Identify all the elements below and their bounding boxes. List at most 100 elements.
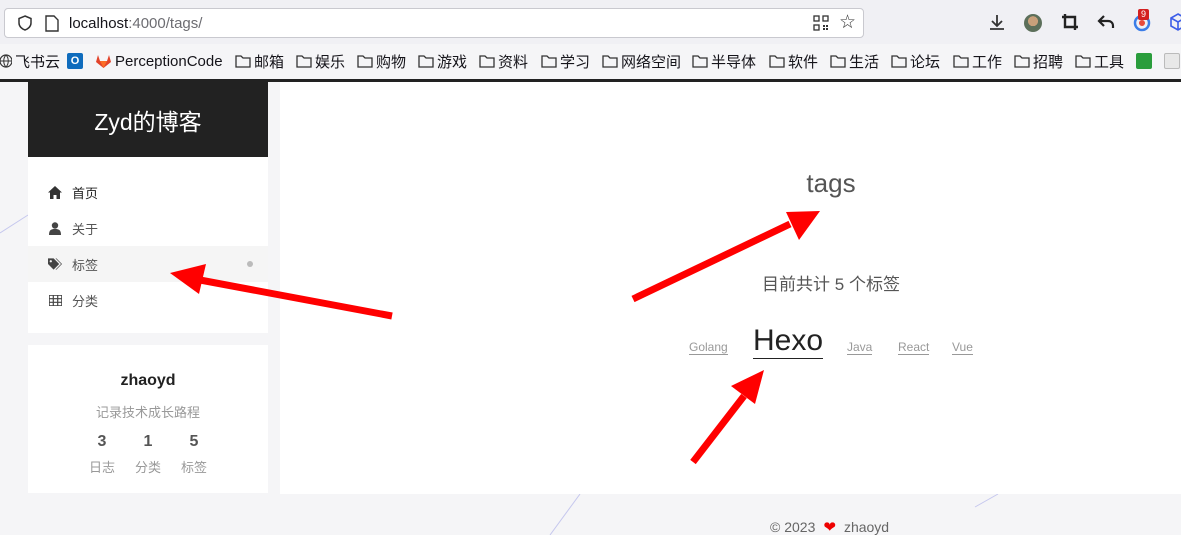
bookmark-label: 游戏 xyxy=(437,53,468,71)
page-title: tags xyxy=(806,168,856,198)
bookmark-label: 资料 xyxy=(498,53,529,71)
bookmarks-bar: 飞书云 O PerceptionCode 邮箱 娱乐 购物 游戏 资料 学习 网… xyxy=(0,48,1181,74)
tag-golang[interactable]: Golang xyxy=(689,340,728,355)
bookmark-label: 软件 xyxy=(788,53,819,71)
cube-icon[interactable] xyxy=(1168,12,1181,32)
footer-copyright: © 2023 xyxy=(770,519,816,535)
sidebar-menu: 首页 关于 标签 分类 xyxy=(28,157,268,333)
undo-icon[interactable] xyxy=(1096,12,1116,32)
bookmark-label: 工具 xyxy=(1094,53,1125,71)
site-brand[interactable]: Zyd的博客 xyxy=(28,82,268,157)
tag-react[interactable]: React xyxy=(898,340,930,355)
gitlab-icon xyxy=(96,55,111,68)
bookmark-label: 邮箱 xyxy=(254,53,285,71)
stat-count: 5 xyxy=(189,433,199,450)
bookmark-extra[interactable] xyxy=(1164,51,1181,71)
menu-item-home[interactable]: 首页 xyxy=(28,174,268,210)
author-name: zhaoyd xyxy=(120,372,176,389)
page-thumbnail-icon xyxy=(1164,53,1180,69)
stat-label: 日志 xyxy=(88,460,115,475)
bookmark-folder-1[interactable]: 邮箱 xyxy=(235,51,284,71)
notification-badge: 9 xyxy=(1138,9,1150,20)
bookmark-label: 网络空间 xyxy=(621,53,682,71)
tags-count-text: 目前共计 5 个标签 xyxy=(762,275,900,294)
url-path: :4000/tags/ xyxy=(128,15,203,32)
bookmark-folder-14[interactable]: 工具 xyxy=(1075,51,1124,71)
home-icon xyxy=(48,185,62,199)
menu-label: 关于 xyxy=(72,221,99,237)
shield-icon[interactable] xyxy=(17,15,33,31)
bookmark-label: 娱乐 xyxy=(315,53,346,71)
menu-item-about[interactable]: 关于 xyxy=(28,210,268,246)
stat-label: 分类 xyxy=(134,460,161,475)
footer-author: zhaoyd xyxy=(843,519,890,535)
evernote-icon xyxy=(1136,53,1152,69)
browser-toolbar: localhost:4000/tags/ ☆ 9 xyxy=(0,0,1181,44)
bookmark-label: 飞书云 xyxy=(15,53,61,71)
stat-posts[interactable]: 3 日志 xyxy=(79,433,125,476)
url-bar[interactable]: localhost:4000/tags/ ☆ xyxy=(4,8,864,38)
bookmark-perceptioncode[interactable]: PerceptionCode xyxy=(95,51,223,71)
bookmark-folder-10[interactable]: 生活 xyxy=(830,51,879,71)
url-host: localhost xyxy=(69,15,129,32)
bookmark-star-icon[interactable]: ☆ xyxy=(839,13,856,33)
page-icon xyxy=(45,15,59,32)
bookmark-outlook[interactable]: O xyxy=(67,51,87,71)
bookmark-label: PerceptionCode xyxy=(115,52,223,70)
tag-vue[interactable]: Vue xyxy=(952,340,973,355)
bookmark-folder-12[interactable]: 工作 xyxy=(953,51,1002,71)
heart-icon: ❤ xyxy=(823,519,836,535)
folder-icon xyxy=(1014,55,1030,68)
author-overview: zhaoyd 记录技术成长路程 3 日志 1 分类 5 标签 xyxy=(28,345,268,493)
bookmark-evernote[interactable] xyxy=(1136,51,1156,71)
bookmark-folder-11[interactable]: 论坛 xyxy=(891,51,940,71)
profile-avatar[interactable] xyxy=(1024,14,1042,32)
bookmark-folder-4[interactable]: 游戏 xyxy=(418,51,467,71)
crop-icon[interactable] xyxy=(1060,12,1080,32)
user-icon xyxy=(48,221,62,235)
qr-code-icon[interactable] xyxy=(813,15,829,31)
stat-categories[interactable]: 1 分类 xyxy=(125,433,171,476)
tags-icon xyxy=(48,257,62,271)
grid-icon xyxy=(48,293,62,307)
folder-icon xyxy=(235,55,251,68)
menu-item-tags[interactable]: 标签 xyxy=(28,246,268,282)
bookmark-folder-5[interactable]: 资料 xyxy=(479,51,528,71)
stat-label: 标签 xyxy=(180,460,207,475)
bookmark-folder-2[interactable]: 娱乐 xyxy=(296,51,345,71)
tag-java[interactable]: Java xyxy=(847,340,873,355)
folder-icon xyxy=(769,55,785,68)
menu-label: 首页 xyxy=(72,185,99,201)
tag-hexo[interactable]: Hexo xyxy=(753,324,824,359)
bookmark-folder-6[interactable]: 学习 xyxy=(541,51,590,71)
bookmark-folder-9[interactable]: 软件 xyxy=(769,51,818,71)
bookmark-folder-7[interactable]: 网络空间 xyxy=(602,51,681,71)
menu-label: 标签 xyxy=(72,257,99,273)
folder-icon xyxy=(541,55,557,68)
bookmark-feishu[interactable]: 飞书云 xyxy=(0,51,60,71)
url-text[interactable]: localhost:4000/tags/ xyxy=(69,15,202,32)
folder-icon xyxy=(602,55,618,68)
folder-icon xyxy=(891,55,907,68)
folder-icon xyxy=(953,55,969,68)
bookmark-label: 招聘 xyxy=(1033,53,1064,71)
folder-icon xyxy=(296,55,312,68)
active-indicator-dot xyxy=(247,261,253,267)
bookmark-label: 购物 xyxy=(376,53,407,71)
bookmark-folder-3[interactable]: 购物 xyxy=(357,51,406,71)
bookmark-folder-13[interactable]: 招聘 xyxy=(1014,51,1063,71)
stat-tags[interactable]: 5 标签 xyxy=(171,433,217,476)
folder-icon xyxy=(692,55,708,68)
bookmark-label: 论坛 xyxy=(910,53,941,71)
main-content: tags 目前共计 5 个标签 Golang Hexo Java React V… xyxy=(280,82,1181,494)
outlook-icon: O xyxy=(67,53,83,69)
download-icon[interactable] xyxy=(987,12,1007,32)
bookmark-folder-8[interactable]: 半导体 xyxy=(692,51,756,71)
site-description: 记录技术成长路程 xyxy=(95,405,200,420)
stat-count: 3 xyxy=(97,433,107,450)
menu-label: 分类 xyxy=(72,293,99,309)
bookmark-label: 学习 xyxy=(560,53,591,71)
bookmark-label: 生活 xyxy=(849,53,880,71)
menu-item-categories[interactable]: 分类 xyxy=(28,282,268,318)
folder-icon xyxy=(830,55,846,68)
